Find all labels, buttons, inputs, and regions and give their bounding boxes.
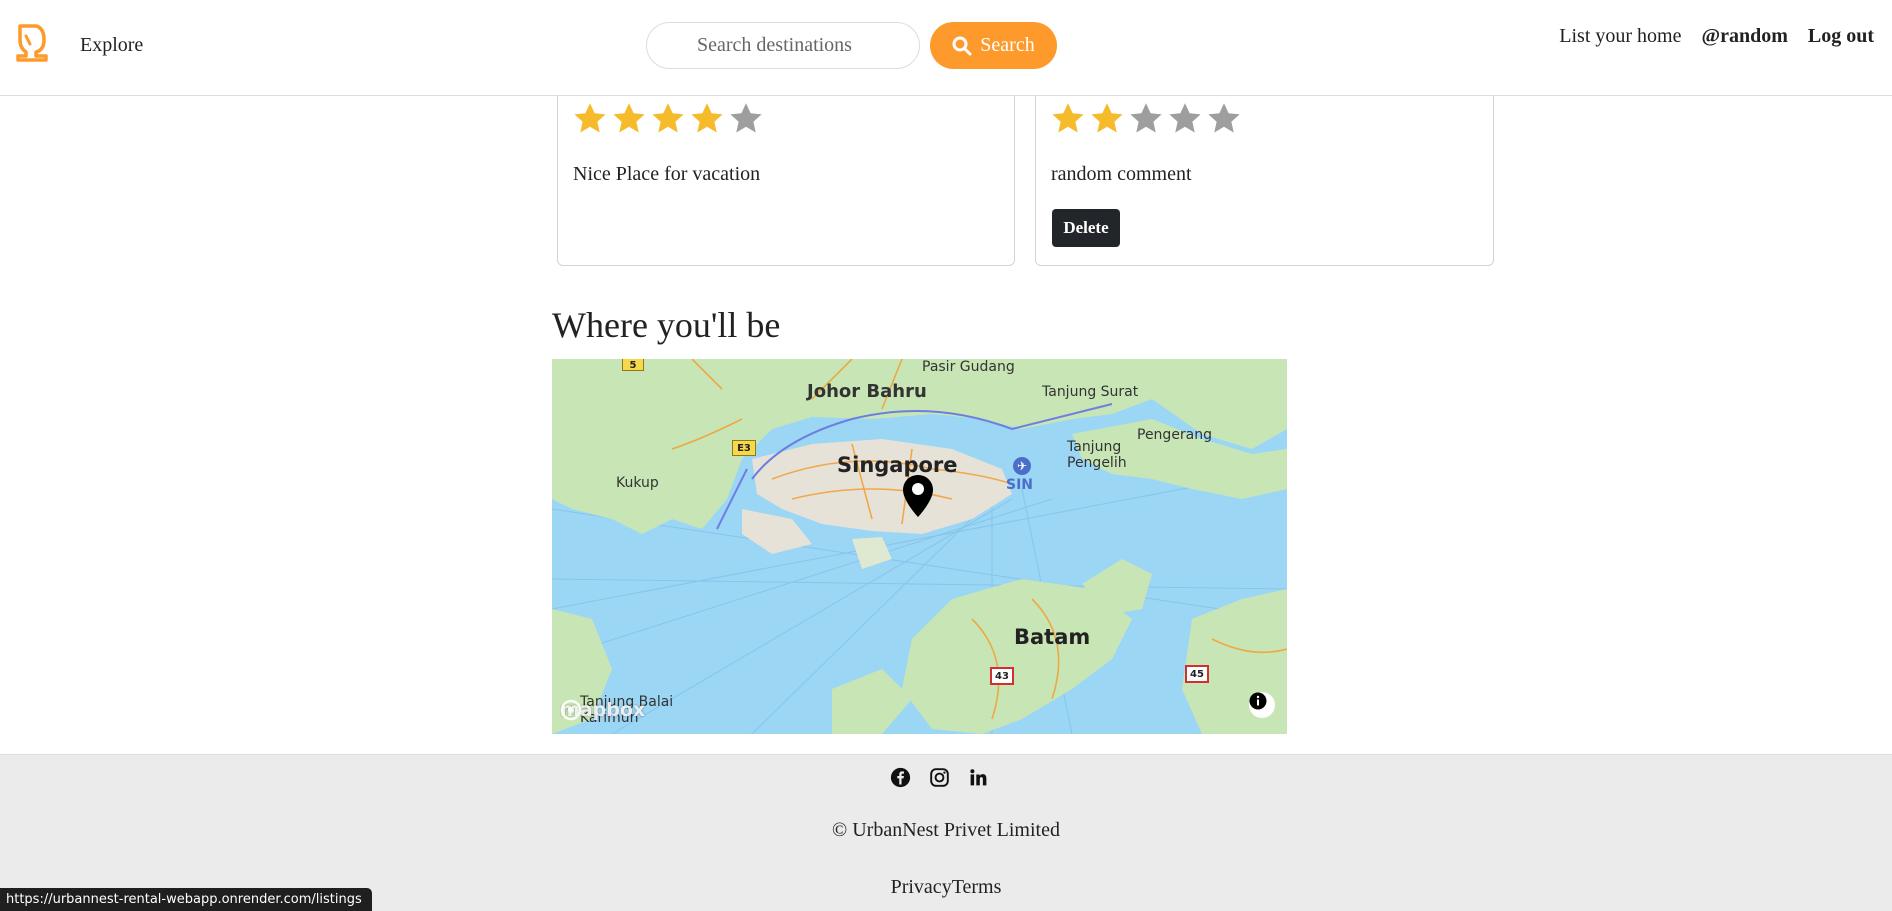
search-button[interactable]: Search — [930, 22, 1057, 69]
map-label: Kukup — [616, 475, 659, 491]
user-profile-link[interactable]: @random — [1701, 25, 1787, 48]
facebook-icon[interactable] — [890, 767, 911, 788]
location-map[interactable]: Pasir Gudang Johor Bahru Tanjung Surat P… — [552, 359, 1287, 734]
copyright-text: © UrbanNest Privet Limited — [832, 819, 1060, 841]
airport-icon: ✈ — [1013, 457, 1031, 475]
star-empty-icon — [1208, 103, 1240, 133]
nav-explore-link[interactable]: Explore — [80, 34, 143, 57]
map-section-title: Where you'll be — [552, 305, 781, 345]
star-filled-icon — [1091, 103, 1123, 133]
map-label: Batam — [1014, 625, 1091, 649]
info-icon — [1249, 692, 1267, 710]
star-empty-icon — [1130, 103, 1162, 133]
mapbox-logo-icon — [560, 699, 582, 721]
road-shield: E3 — [732, 440, 756, 456]
instagram-icon[interactable] — [929, 767, 950, 788]
star-filled-icon — [691, 103, 723, 133]
map-label: Johor Bahru — [807, 381, 927, 402]
star-filled-icon — [1052, 103, 1084, 133]
map-label: SIN — [1006, 477, 1034, 493]
mapbox-attribution[interactable]: mapbox — [560, 699, 645, 721]
map-land-layer — [552, 359, 1287, 734]
star-rating — [572, 101, 764, 137]
delete-review-button[interactable]: Delete — [1052, 209, 1120, 247]
review-comment: random comment — [1051, 163, 1192, 185]
map-info-button[interactable] — [1249, 692, 1275, 718]
urbannest-logo-icon[interactable] — [14, 22, 50, 64]
search-input[interactable] — [646, 22, 920, 69]
search-icon — [952, 36, 972, 55]
map-label: Tanjung Pengelih — [1067, 439, 1127, 471]
road-shield: 5 — [622, 359, 644, 371]
review-comment: Nice Place for vacation — [573, 163, 761, 185]
status-bar-url: https://urbannest-rental-webapp.onrender… — [0, 888, 372, 911]
map-label: Pengerang — [1137, 427, 1213, 443]
star-empty-icon — [1169, 103, 1201, 133]
nav-right-links: List your home @random Log out — [1559, 25, 1874, 48]
star-filled-icon — [613, 103, 645, 133]
linkedin-icon[interactable] — [968, 767, 989, 788]
map-label: Tanjung Surat — [1042, 384, 1139, 400]
map-label: Pasir Gudang — [922, 359, 1015, 375]
star-rating — [1050, 101, 1242, 137]
star-empty-icon — [730, 103, 762, 133]
search-button-label: Search — [980, 34, 1035, 56]
location-pin-icon[interactable] — [901, 473, 935, 519]
road-shield: 45 — [1185, 665, 1209, 683]
road-shield: 43 — [990, 667, 1014, 685]
social-links — [890, 767, 989, 788]
navbar: Explore Search List your home @random Lo… — [0, 0, 1892, 96]
logout-link[interactable]: Log out — [1808, 25, 1874, 48]
star-filled-icon — [574, 103, 606, 133]
map-label: Singapore — [837, 453, 958, 477]
star-filled-icon — [652, 103, 684, 133]
list-your-home-link[interactable]: List your home — [1559, 25, 1681, 48]
